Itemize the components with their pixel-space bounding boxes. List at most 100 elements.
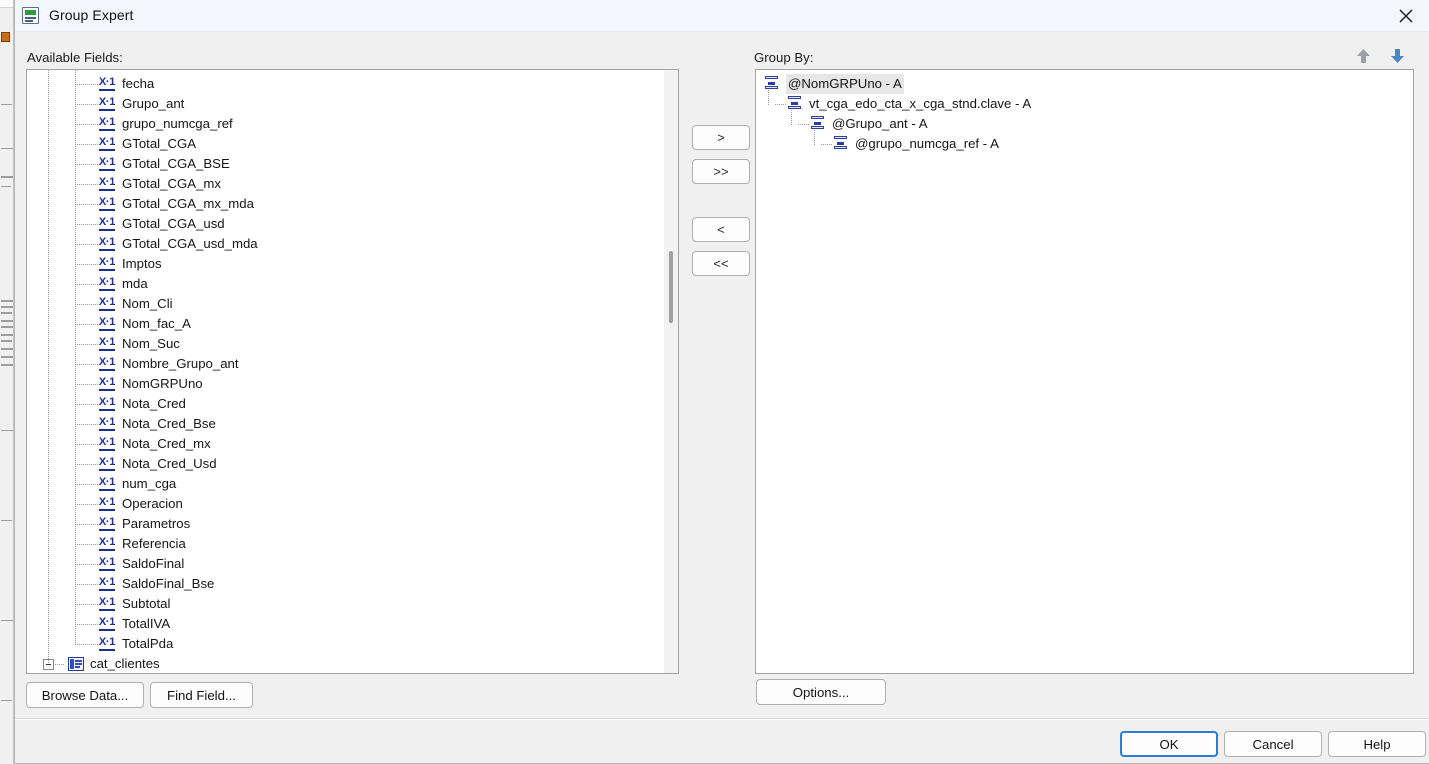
available-field-label: Nota_Cred_Usd [122,456,217,471]
group-by-label-text: @NomGRPUno - A [786,74,904,94]
group-by-row[interactable]: @NomGRPUno - A [756,74,1413,94]
available-field-row[interactable]: X·1 GTotal_CGA_mx [27,174,664,194]
remove-field-button[interactable]: < [692,217,750,242]
group-icon [833,136,848,151]
tree-guide-line [75,344,98,345]
formula-field-icon: X·1 [98,616,116,631]
available-field-row[interactable]: X·1 Nota_Cred_Bse [27,414,664,434]
available-field-label: Referencia [122,536,186,551]
available-field-label: Nom_fac_A [122,316,191,331]
browse-data-button[interactable]: Browse Data... [26,682,144,708]
group-by-row[interactable]: vt_cga_edo_cta_x_cga_stnd.clave - A [756,94,1413,114]
available-field-row[interactable]: X·1 Nom_fac_A [27,314,664,334]
formula-field-icon: X·1 [98,216,116,231]
formula-field-icon: X·1 [98,536,116,551]
available-field-row[interactable]: X·1 TotalPda [27,634,664,654]
available-field-row[interactable]: X·1 grupo_numcga_ref [27,114,664,134]
tree-guide-line [75,644,98,645]
tree-guide-line [75,304,98,305]
available-field-row[interactable]: X·1 Subtotal [27,594,664,614]
available-field-label: Nombre_Grupo_ant [122,356,239,371]
available-field-row[interactable]: X·1 Parametros [27,514,664,534]
available-field-row[interactable]: X·1 GTotal_CGA [27,134,664,154]
available-field-label: SaldoFinal [122,556,185,571]
available-field-row[interactable]: X·1 Nombre_Grupo_ant [27,354,664,374]
background-window [0,0,14,764]
tree-guide-line [75,404,98,405]
available-field-label: Subtotal [122,596,171,611]
tree-guide-line [75,184,98,185]
available-field-row[interactable]: X·1 Nom_Suc [27,334,664,354]
available-field-label: TotalPda [122,636,174,651]
ok-button[interactable]: OK [1120,731,1218,757]
available-field-label: Nota_Cred_mx [122,436,211,451]
available-field-row[interactable]: X·1 GTotal_CGA_usd_mda [27,234,664,254]
available-field-row[interactable]: X·1 GTotal_CGA_mx_mda [27,194,664,214]
move-up-arrow[interactable] [1355,47,1372,65]
tree-guide-line [814,130,815,145]
available-field-row[interactable]: X·1 Operacion [27,494,664,514]
available-field-label: Nota_Cred [122,396,186,411]
help-button[interactable]: Help [1328,731,1426,757]
available-fields-scrollbar[interactable] [664,70,678,673]
formula-field-icon: X·1 [98,296,116,311]
available-field-label: Parametros [122,516,191,531]
available-field-label: mda [122,276,148,291]
formula-field-icon: X·1 [98,236,116,251]
available-field-row[interactable]: X·1 NomGRPUno [27,374,664,394]
group-expert-dialog: Group Expert Available Fields: X·1 fecha X… [14,0,1429,764]
available-fields-label: Available Fields: [27,50,123,65]
available-field-row[interactable]: cat_clientes [27,654,664,673]
group-by-row[interactable]: @Grupo_ant - A [756,114,1413,134]
scrollbar-thumb[interactable] [669,251,673,323]
tree-guide-line [768,90,769,105]
available-field-label: GTotal_CGA_usd [122,216,225,231]
available-field-row[interactable]: X·1 Imptos [27,254,664,274]
formula-field-icon: X·1 [98,76,116,91]
tree-guide-line [791,110,792,125]
tree-guide-line [48,70,49,664]
group-by-row[interactable]: @grupo_numcga_ref - A [756,134,1413,154]
available-field-row[interactable]: X·1 Referencia [27,534,664,554]
dialog-body: Available Fields: X·1 fecha X·1 Grupo_ant X·… [15,32,1429,720]
tree-guide-line [55,664,65,665]
available-field-label: Imptos [122,256,162,271]
find-field-button[interactable]: Find Field... [150,682,253,708]
available-field-row[interactable]: X·1 GTotal_CGA_usd [27,214,664,234]
available-field-label: cat_clientes [90,656,160,671]
available-field-row[interactable]: X·1 SaldoFinal_Bse [27,574,664,594]
available-fields-list[interactable]: X·1 fecha X·1 Grupo_ant X·1 grupo_numcga_ref X… [26,69,679,674]
options-button[interactable]: Options... [756,679,886,705]
remove-all-fields-button[interactable]: << [692,251,750,276]
tree-guide-line [75,204,98,205]
tree-guide-line [75,364,98,365]
formula-field-icon: X·1 [98,96,116,111]
available-field-row[interactable]: X·1 Grupo_ant [27,94,664,114]
add-field-button[interactable]: > [692,125,750,150]
available-field-row[interactable]: X·1 Nota_Cred [27,394,664,414]
available-field-label: Nota_Cred_Bse [122,416,216,431]
group-by-list[interactable]: @NomGRPUno - A vt_cga_edo_cta_x_cga_stnd.… [755,69,1414,674]
add-all-fields-button[interactable]: >> [692,159,750,184]
available-field-row[interactable]: X·1 mda [27,274,664,294]
dialog-title: Group Expert [49,7,134,23]
tree-guide-line [75,224,98,225]
tree-guide-line [75,324,98,325]
available-field-row[interactable]: X·1 TotalIVA [27,614,664,634]
available-field-row[interactable]: X·1 Nom_Cli [27,294,664,314]
formula-field-icon: X·1 [98,316,116,331]
available-field-label: GTotal_CGA_mx [122,176,221,191]
available-field-row[interactable]: X·1 num_cga [27,474,664,494]
available-field-row[interactable]: X·1 SaldoFinal [27,554,664,574]
available-field-label: TotalIVA [122,616,171,631]
available-field-row[interactable]: X·1 Nota_Cred_mx [27,434,664,454]
move-down-arrow[interactable] [1389,47,1406,65]
formula-field-icon: X·1 [98,336,116,351]
available-field-row[interactable]: X·1 Nota_Cred_Usd [27,454,664,474]
tree-guide-line [75,164,98,165]
tree-guide-line [75,604,98,605]
available-field-row[interactable]: X·1 fecha [27,74,664,94]
cancel-button[interactable]: Cancel [1224,731,1322,757]
available-field-row[interactable]: X·1 GTotal_CGA_BSE [27,154,664,174]
close-icon[interactable] [1383,0,1429,31]
